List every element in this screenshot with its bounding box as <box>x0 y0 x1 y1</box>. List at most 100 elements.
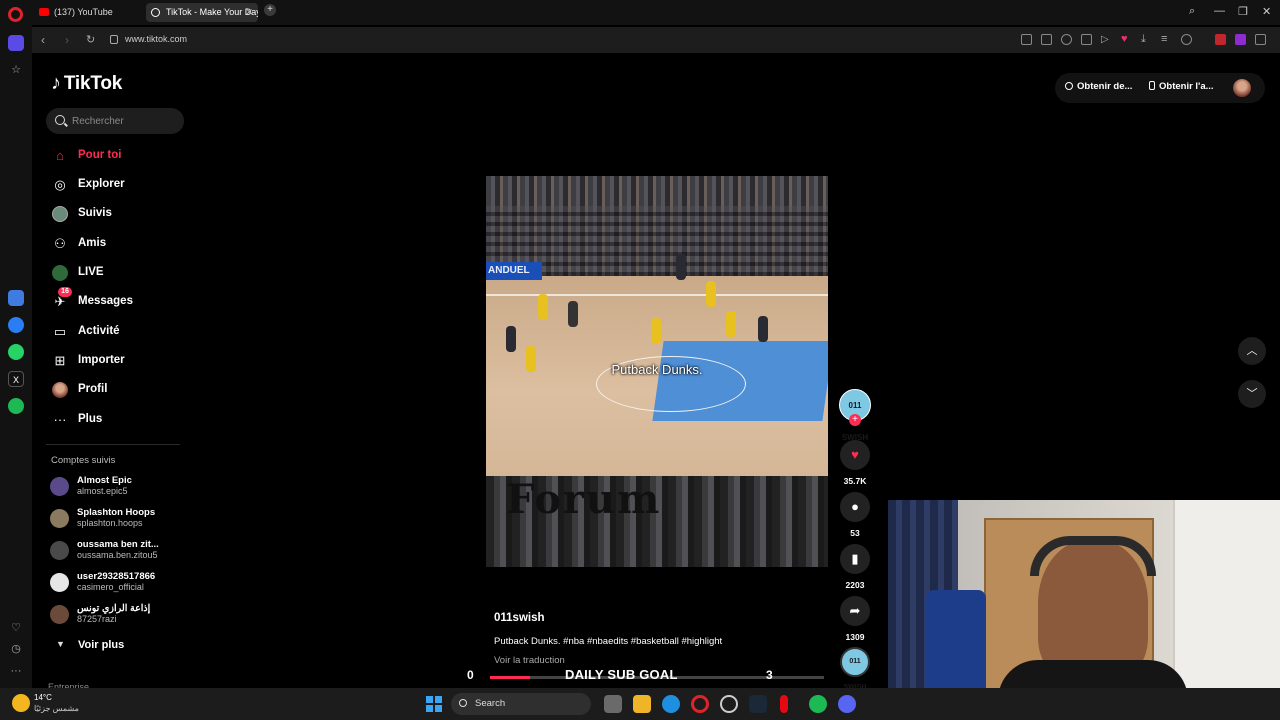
previous-video-button[interactable]: ︿ <box>1238 337 1266 365</box>
like-button[interactable]: ♥ <box>840 440 870 470</box>
nav-item-messages[interactable]: ✈ 16 Messages <box>50 287 190 313</box>
next-video-button[interactable]: ﹀ <box>1238 380 1266 408</box>
get-app-button[interactable]: Obtenir l'a... <box>1149 81 1214 92</box>
search-icon[interactable]: ⌕ <box>1189 5 1195 18</box>
more-icon[interactable]: ··· <box>8 663 24 679</box>
steam-icon[interactable] <box>749 695 767 713</box>
user-avatar[interactable] <box>1233 79 1251 97</box>
following-account[interactable]: user29328517866 casimero_official <box>50 571 190 599</box>
divider <box>46 444 180 445</box>
avatar <box>50 509 69 528</box>
nav-item-amis[interactable]: ⚇ Amis <box>50 233 190 255</box>
discord-icon[interactable] <box>838 695 856 713</box>
url-field[interactable]: www.tiktok.com <box>125 34 187 44</box>
app-icon[interactable] <box>720 695 738 713</box>
sound-disc[interactable]: 011 SWISH <box>840 647 870 691</box>
edge-icon[interactable] <box>662 695 680 713</box>
live-icon <box>52 265 68 281</box>
following-account[interactable]: oussama ben zit... oussama.ben.zitou5 <box>50 539 190 567</box>
back-icon[interactable]: ‹ <box>41 33 45 47</box>
edit-icon[interactable] <box>1021 34 1032 45</box>
nav-item-pour-toi[interactable]: ⌂ Pour toi <box>50 145 190 167</box>
comment-button[interactable]: ● <box>840 492 870 522</box>
more-icon: ··· <box>53 412 67 427</box>
x-icon[interactable]: X <box>8 371 24 387</box>
file-explorer-icon[interactable] <box>633 695 651 713</box>
video-author[interactable]: 011swish <box>494 612 545 624</box>
extensions-icon[interactable] <box>1255 34 1266 45</box>
extension-purple-icon[interactable] <box>1235 34 1246 45</box>
netflix-icon[interactable] <box>780 695 788 713</box>
nav-item-live[interactable]: LIVE <box>50 262 190 284</box>
task-view-icon[interactable] <box>604 695 622 713</box>
nav-item-profil[interactable]: Profil <box>50 379 190 401</box>
taskbar-search[interactable]: Search <box>451 693 591 715</box>
aria-icon[interactable] <box>8 290 24 306</box>
tab-tiktok[interactable]: TikTok - Make Your Day ✕ <box>146 3 258 22</box>
chevron-down-icon: ▼ <box>56 639 65 649</box>
download-icon[interactable]: ⤓ <box>1141 34 1152 45</box>
bookmark-icon: ▮ <box>851 551 859 566</box>
video-player[interactable]: ANDUEL Forum Putback Dunks. <box>486 176 828 567</box>
menu-icon[interactable]: ≡ <box>1161 34 1172 45</box>
close-icon[interactable]: ✕ <box>245 3 253 22</box>
whatsapp-icon[interactable] <box>8 344 24 360</box>
close-window-icon[interactable]: ✕ <box>1262 5 1271 18</box>
account-icon[interactable] <box>1181 34 1192 45</box>
windows-start-icon[interactable] <box>426 696 442 712</box>
get-app-label: Obtenir l'a... <box>1159 81 1214 92</box>
nav-item-plus[interactable]: ··· Plus <box>50 409 190 431</box>
nav-item-activite[interactable]: ▭ Activité <box>50 321 190 343</box>
weather-icon[interactable] <box>12 694 30 712</box>
extension-red-icon[interactable] <box>1215 34 1226 45</box>
nav-item-explorer[interactable]: ◎ Explorer <box>50 174 190 196</box>
translate-link[interactable]: Voir la traduction <box>494 655 565 666</box>
taskbar-search-label: Search <box>475 698 506 709</box>
tab-youtube[interactable]: (137) YouTube <box>34 3 146 22</box>
minimize-icon[interactable]: — <box>1214 5 1225 17</box>
home-icon: ⌂ <box>56 148 64 163</box>
search-icon <box>55 115 65 125</box>
heart-icon[interactable]: ♥ <box>1121 34 1132 45</box>
opera-icon[interactable] <box>691 695 709 713</box>
get-coins-button[interactable]: Obtenir de... <box>1065 81 1132 92</box>
search-icon <box>459 699 467 707</box>
webcam-door <box>1173 500 1280 720</box>
shield-icon[interactable] <box>1061 34 1072 45</box>
video-player-figure <box>726 311 736 337</box>
save-button[interactable]: ▮ <box>840 544 870 574</box>
new-tab-button[interactable]: + <box>264 4 276 16</box>
reload-icon[interactable]: ↻ <box>86 33 95 46</box>
video-player-figure <box>568 301 578 327</box>
restore-icon[interactable]: ❐ <box>1238 5 1248 18</box>
star-icon[interactable]: ☆ <box>8 62 24 78</box>
profile-icon <box>52 382 68 398</box>
camera-icon[interactable] <box>1041 34 1052 45</box>
home-icon[interactable] <box>8 35 24 51</box>
tiktok-logo[interactable]: ♪ TikTok <box>51 72 122 95</box>
messenger-icon[interactable] <box>8 317 24 333</box>
nav-item-importer[interactable]: ⊞ Importer <box>50 350 190 372</box>
opera-logo-icon[interactable] <box>8 7 23 22</box>
messages-badge: 16 <box>58 287 72 297</box>
avatar <box>50 605 69 624</box>
search-input[interactable] <box>72 113 177 129</box>
following-account[interactable]: Almost Epic almost.epic5 <box>50 475 190 503</box>
spotify-icon[interactable] <box>809 695 827 713</box>
heart-icon[interactable]: ♡ <box>8 620 24 636</box>
following-account[interactable]: Splashton Hoops splashton.hoops <box>50 507 190 535</box>
forward-icon[interactable]: › <box>65 33 69 47</box>
account-username: oussama.ben.zitou5 <box>77 550 158 560</box>
spotify-icon[interactable] <box>8 398 24 414</box>
search-box[interactable] <box>46 108 184 134</box>
nav-item-suivis[interactable]: Suivis <box>50 203 190 225</box>
see-more-button[interactable]: ▼ Voir plus <box>50 638 150 654</box>
follow-plus-button[interactable]: + <box>849 414 861 426</box>
heart-icon: ♥ <box>851 447 859 462</box>
following-account[interactable]: إذاعة الرازي تونس 87257razi <box>50 603 190 631</box>
play-icon[interactable]: ▷ <box>1101 34 1112 45</box>
opera-sidebar: ☆ X ♡ ◷ ··· <box>0 25 32 688</box>
share-button[interactable]: ➦ <box>840 596 870 626</box>
history-icon[interactable]: ◷ <box>8 641 24 657</box>
vpn-icon[interactable] <box>1081 34 1092 45</box>
